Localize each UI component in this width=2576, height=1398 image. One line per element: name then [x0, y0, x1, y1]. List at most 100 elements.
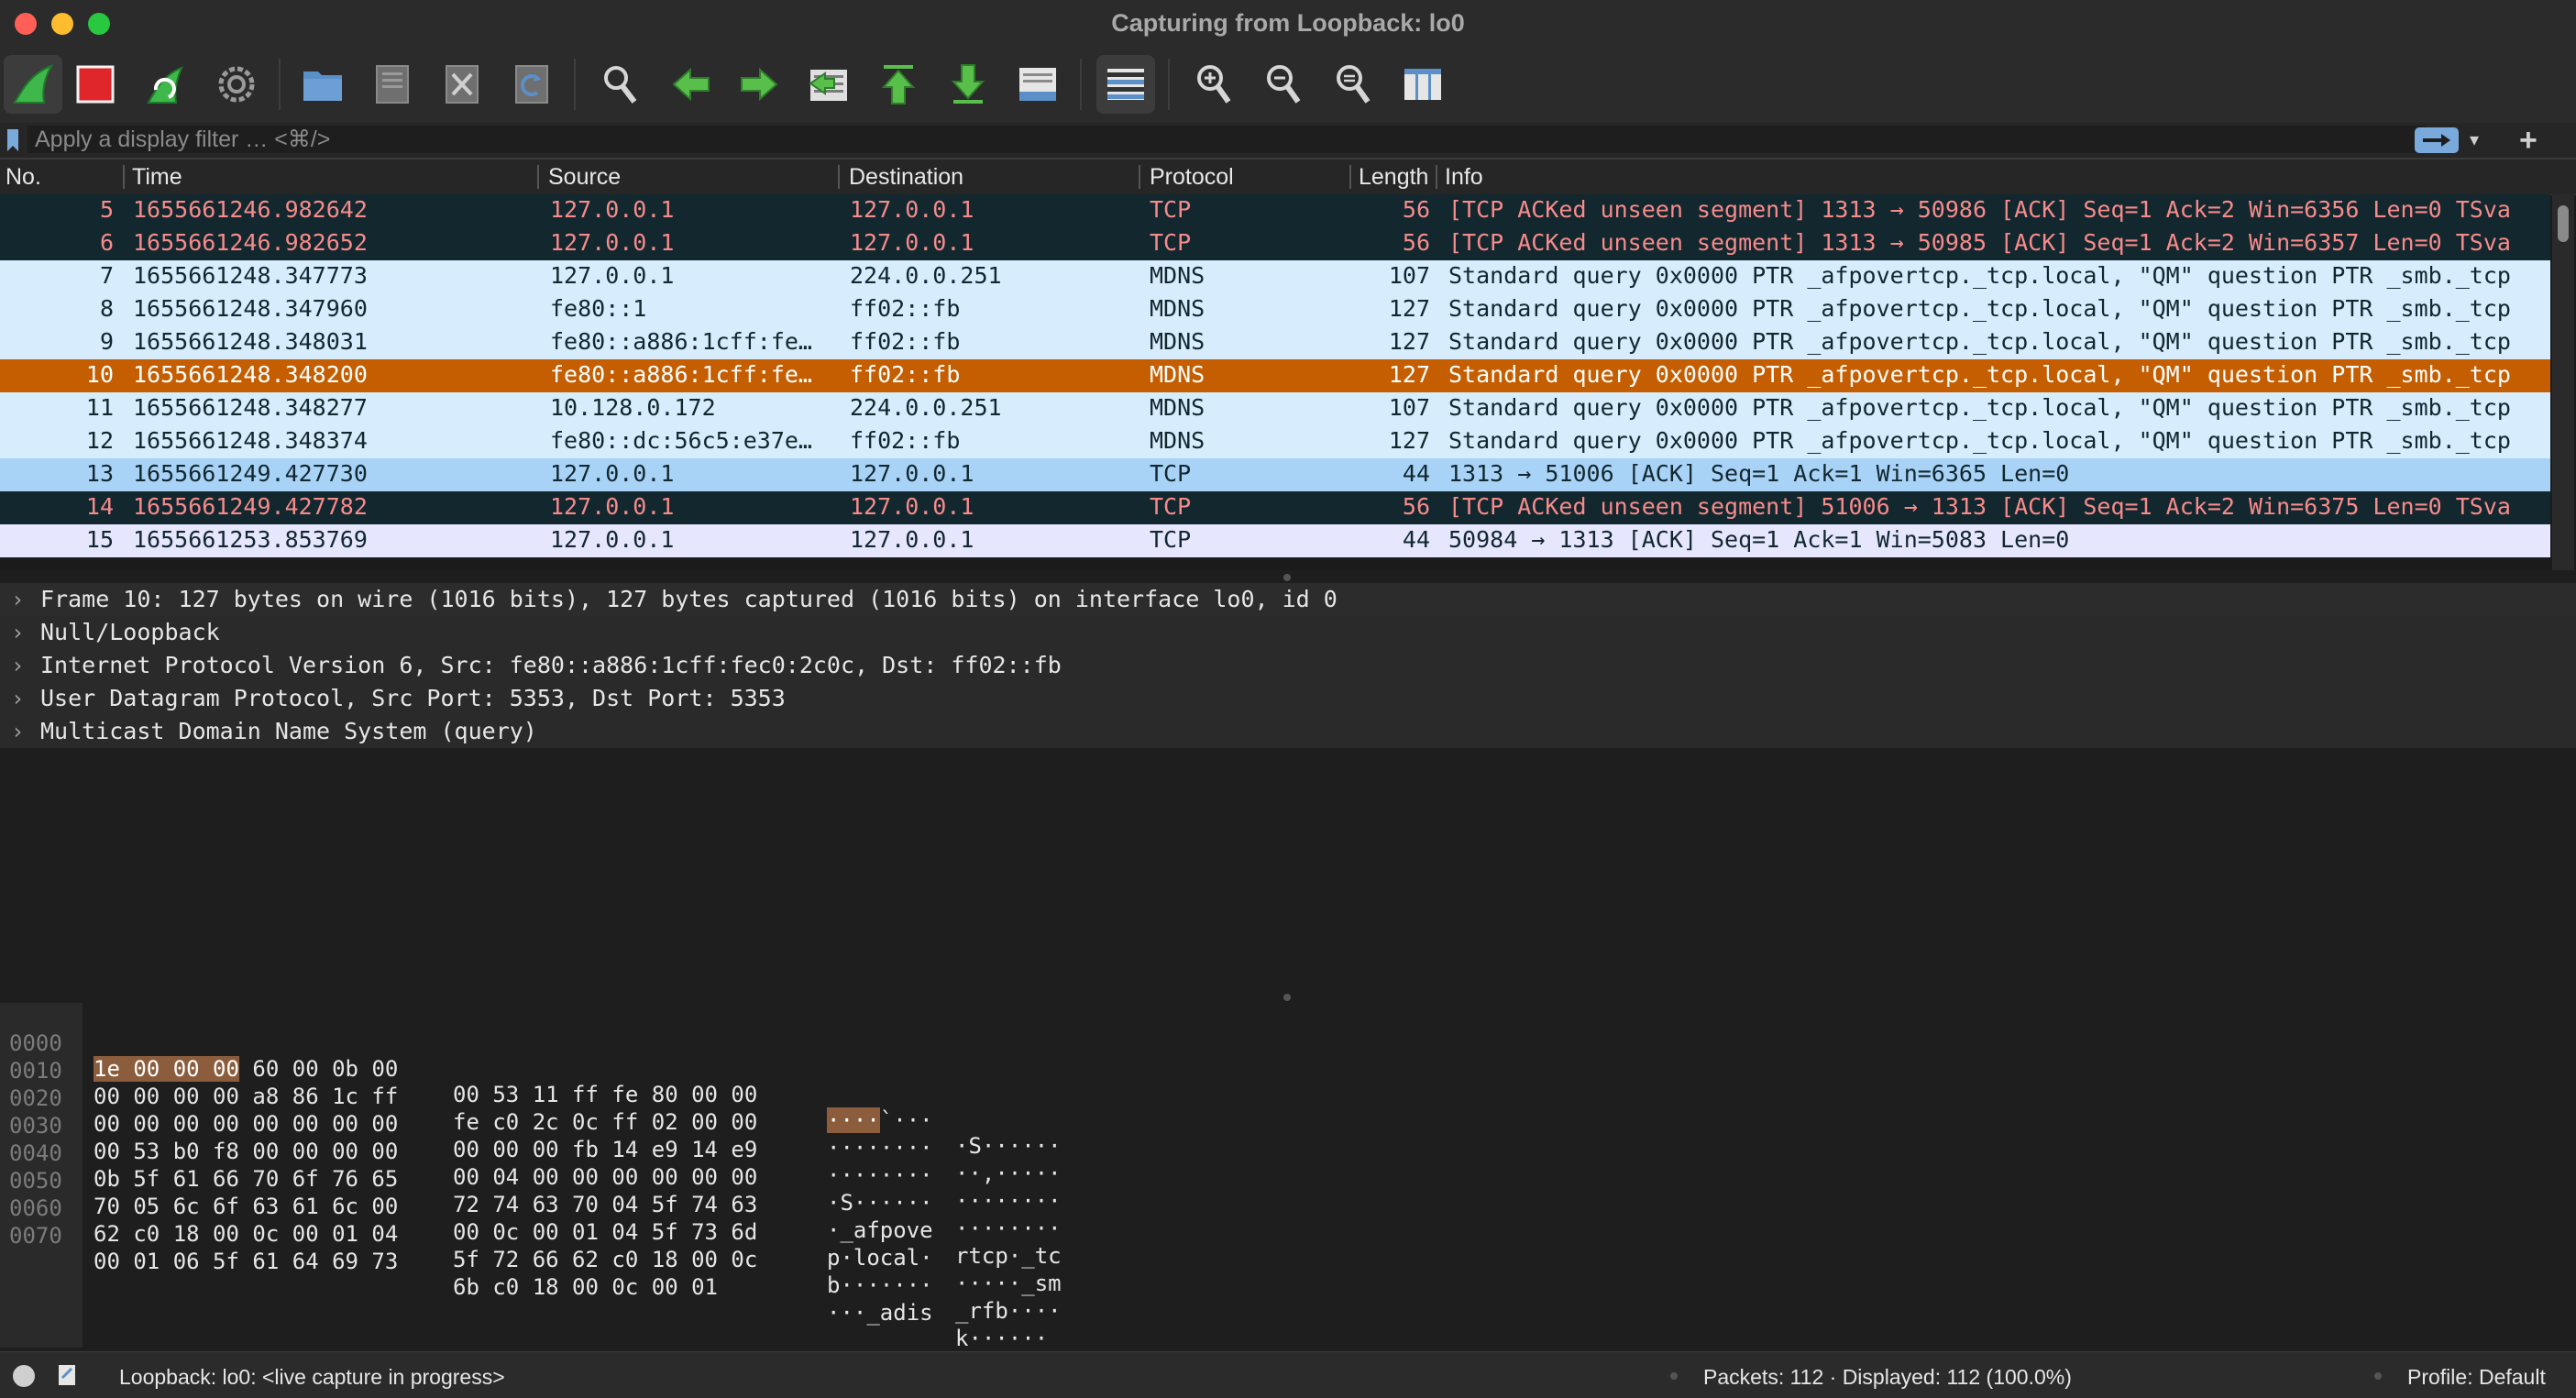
- start-capture-button[interactable]: [4, 55, 62, 114]
- packet-row[interactable]: 14 1655661249.427782 127.0.0.1 127.0.0.1…: [0, 491, 2550, 524]
- detail-row-mdns[interactable]: › Multicast Domain Name System (query): [0, 715, 2576, 748]
- column-divider[interactable]: [1349, 165, 1351, 189]
- packet-time: 1655661248.348031: [133, 328, 368, 355]
- packet-destination: ff02::fb: [850, 295, 961, 322]
- packet-row[interactable]: 13 1655661249.427730 127.0.0.1 127.0.0.1…: [0, 458, 2550, 491]
- colorize-button[interactable]: [1096, 55, 1155, 114]
- packet-info: Standard query 0x0000 PTR _afpovertcp._t…: [1448, 328, 2511, 355]
- packet-no: 7: [99, 262, 114, 289]
- chevron-right-icon[interactable]: ›: [11, 620, 24, 645]
- byte-offset: 0070: [9, 1223, 62, 1249]
- hex-selected: 1e 00 00 00: [94, 1056, 239, 1082]
- auto-scroll-button[interactable]: [1008, 55, 1067, 114]
- apply-filter-button[interactable]: [2415, 127, 2459, 153]
- hex-bytes: 00 0c 00 01 04 5f 73 6d: [453, 1219, 758, 1245]
- ascii-bytes: ········: [955, 1216, 1062, 1241]
- packet-protocol: TCP: [1150, 526, 1192, 553]
- pane-splitter[interactable]: [0, 990, 2576, 1003]
- chevron-right-icon[interactable]: ›: [11, 719, 24, 744]
- profile-selector[interactable]: Profile: Default: [2407, 1365, 2546, 1390]
- autoscroll-icon: [1019, 68, 1056, 101]
- bytes-row[interactable]: 0010 00 00 00 00 a8 86 1c ff fe c0 2c 0c…: [0, 1032, 1062, 1186]
- shark-fin-icon: [13, 64, 54, 104]
- splitter-handle[interactable]: [1283, 994, 1291, 1001]
- column-header-destination[interactable]: Destination: [849, 164, 963, 191]
- zoom-out-button[interactable]: [1254, 55, 1313, 114]
- chevron-right-icon[interactable]: ›: [11, 653, 24, 678]
- add-filter-button[interactable]: +: [2519, 123, 2537, 159]
- packet-row[interactable]: 5 1655661246.982642 127.0.0.1 127.0.0.1 …: [0, 194, 2550, 227]
- bytes-row[interactable]: 0070 00 01 06 5f 61 64 69 73 6b c0 18 00…: [0, 1197, 1048, 1351]
- packet-row[interactable]: 9 1655661248.348031 fe80::a886:1cff:fe… …: [0, 326, 2550, 359]
- reload-file-button[interactable]: [502, 55, 561, 114]
- hex-bytes: 00 00 00 00 00 00 00 00: [94, 1111, 399, 1137]
- column-header-length[interactable]: Length: [1359, 164, 1432, 191]
- ascii-bytes: ·_afpove: [827, 1217, 933, 1243]
- packet-length: 56: [1402, 196, 1430, 223]
- column-divider[interactable]: [838, 165, 840, 189]
- splitter-handle[interactable]: [1283, 574, 1291, 581]
- bytes-row[interactable]: 0000 1e 00 00 00 60 00 0b 00 00 53 11 ff…: [0, 1005, 1062, 1159]
- bytes-row[interactable]: 0050 70 05 6c 6f 63 61 6c 00 00 0c 00 01…: [0, 1142, 1062, 1296]
- find-packet-button[interactable]: [590, 55, 649, 114]
- zoom-in-button[interactable]: [1184, 55, 1243, 114]
- bytes-row[interactable]: 0030 00 53 b0 f8 00 00 00 00 00 04 00 00…: [0, 1087, 1062, 1241]
- packet-row[interactable]: 11 1655661248.348277 10.128.0.172 224.0.…: [0, 392, 2550, 425]
- pane-splitter[interactable]: [0, 570, 2576, 583]
- open-file-button[interactable]: [293, 55, 352, 114]
- restart-capture-button[interactable]: [136, 55, 194, 114]
- chevron-down-icon: ▾: [2470, 130, 2480, 150]
- bytes-row[interactable]: 0060 62 c0 18 00 0c 00 01 04 5f 72 66 62…: [0, 1170, 1062, 1324]
- column-divider[interactable]: [1436, 165, 1437, 189]
- column-divider[interactable]: [537, 165, 539, 189]
- packet-protocol: TCP: [1150, 460, 1192, 487]
- hex-bytes: 00 53 11 ff fe 80 00 00: [453, 1082, 758, 1107]
- packet-time: 1655661253.853769: [133, 526, 368, 553]
- packet-destination: 224.0.0.251: [850, 394, 1002, 421]
- detail-row-udp[interactable]: › User Datagram Protocol, Src Port: 5353…: [0, 682, 2576, 715]
- display-filter-input[interactable]: [28, 126, 2426, 153]
- chevron-right-icon[interactable]: ›: [11, 587, 24, 612]
- column-divider[interactable]: [1139, 165, 1140, 189]
- packet-row[interactable]: 6 1655661246.982652 127.0.0.1 127.0.0.1 …: [0, 227, 2550, 260]
- go-forward-button[interactable]: [730, 55, 788, 114]
- column-header-time[interactable]: Time: [132, 164, 182, 191]
- last-packet-button[interactable]: [939, 55, 997, 114]
- detail-row-frame[interactable]: › Frame 10: 127 bytes on wire (1016 bits…: [0, 583, 2576, 616]
- hex-bytes: 70 05 6c 6f 63 61 6c 00: [94, 1194, 399, 1219]
- packet-time: 1655661248.348374: [133, 427, 368, 454]
- packet-row[interactable]: 8 1655661248.347960 fe80::1 ff02::fb MDN…: [0, 293, 2550, 326]
- first-packet-button[interactable]: [869, 55, 928, 114]
- go-to-packet-button[interactable]: [799, 55, 858, 114]
- go-back-button[interactable]: [662, 55, 721, 114]
- resize-columns-button[interactable]: [1393, 55, 1452, 114]
- column-header-no[interactable]: No.: [6, 164, 41, 191]
- detail-row-loopback[interactable]: › Null/Loopback: [0, 616, 2576, 649]
- packet-row[interactable]: 7 1655661248.347773 127.0.0.1 224.0.0.25…: [0, 260, 2550, 293]
- packet-list-scrollbar[interactable]: [2552, 194, 2574, 570]
- column-header-source[interactable]: Source: [548, 164, 621, 191]
- column-header-protocol[interactable]: Protocol: [1150, 164, 1234, 191]
- packet-row[interactable]: 12 1655661248.348374 fe80::dc:56c5:e37e……: [0, 425, 2550, 458]
- save-file-button[interactable]: [363, 55, 422, 114]
- expert-info-icon[interactable]: [13, 1365, 35, 1387]
- packet-info: Standard query 0x0000 PTR _afpovertcp._t…: [1448, 295, 2511, 322]
- packet-row-selected[interactable]: 10 1655661248.348200 fe80::a886:1cff:fe……: [0, 359, 2550, 392]
- chevron-right-icon[interactable]: ›: [11, 686, 24, 711]
- column-divider[interactable]: [123, 165, 125, 189]
- packet-row[interactable]: 15 1655661253.853769 127.0.0.1 127.0.0.1…: [0, 524, 2550, 557]
- capture-comment-icon[interactable]: [57, 1363, 77, 1387]
- close-file-button[interactable]: [433, 55, 491, 114]
- column-header-info[interactable]: Info: [1445, 164, 1483, 191]
- stop-capture-button[interactable]: [66, 55, 125, 114]
- filter-history-dropdown[interactable]: ▾: [2470, 128, 2479, 151]
- detail-row-ipv6[interactable]: › Internet Protocol Version 6, Src: fe80…: [0, 649, 2576, 682]
- normal-size-button[interactable]: [1324, 55, 1382, 114]
- scrollbar-thumb[interactable]: [2558, 205, 2569, 242]
- capture-options-button[interactable]: [207, 55, 266, 114]
- bookmark-icon[interactable]: [6, 128, 20, 152]
- display-filter-bar: ▾ +: [0, 123, 2576, 160]
- packet-time: 1655661248.348277: [133, 394, 368, 421]
- bytes-row[interactable]: 0020 00 00 00 00 00 00 00 00 00 00 00 fb…: [0, 1060, 1062, 1214]
- bytes-row[interactable]: 0040 0b 5f 61 66 70 6f 76 65 72 74 63 70…: [0, 1115, 1062, 1269]
